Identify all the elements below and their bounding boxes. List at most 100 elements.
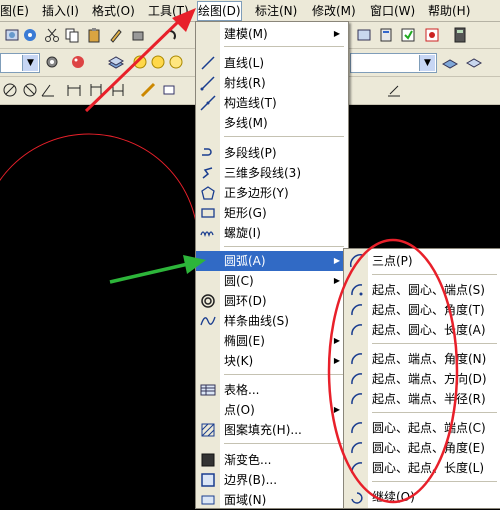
layer-freeze-icon[interactable] [150, 54, 166, 70]
undo-icon[interactable] [162, 27, 178, 43]
menu-dimension[interactable]: 标注(N) [255, 3, 297, 19]
menu-format[interactable]: 格式(O) [92, 3, 135, 19]
copy-icon[interactable] [64, 27, 80, 43]
menu-item-label: 圆环(D) [224, 294, 267, 308]
menu-separator [372, 343, 497, 344]
menu-item-line[interactable]: 直线(L) [196, 53, 348, 73]
menu-modify[interactable]: 修改(M) [312, 3, 356, 19]
dim-linear-icon[interactable] [66, 82, 82, 98]
arc-start-center-end[interactable]: 起点、圆心、端点(S) [344, 280, 500, 300]
menu-item-label: 点(O) [224, 403, 255, 417]
workspace-settings-icon[interactable] [44, 54, 60, 70]
layer-properties-icon[interactable] [108, 54, 124, 70]
menu-item-label: 射线(R) [224, 76, 266, 90]
chevron-down-icon[interactable]: ▼ [419, 55, 435, 71]
layer-lock-icon[interactable] [168, 54, 184, 70]
menu-item-block[interactable]: 块(K) ▶ [196, 351, 348, 371]
layer-previous-icon[interactable] [442, 54, 458, 70]
menu-item-ray[interactable]: 射线(R) [196, 73, 348, 93]
menu-item-label: 圆弧(A) [224, 254, 266, 268]
palette-icon[interactable] [70, 54, 86, 70]
arc-continue[interactable]: 继续(O) [344, 487, 500, 507]
tool-palettes-icon[interactable] [378, 27, 394, 43]
arc-start-end-radius[interactable]: 起点、端点、半径(R) [344, 389, 500, 409]
object-snap-icon[interactable] [2, 82, 18, 98]
region-icon [201, 495, 215, 505]
arc-start-center-end-icon [351, 284, 363, 296]
match-properties-icon[interactable] [108, 27, 124, 43]
menu-item-arc[interactable]: 圆弧(A) ▶ [196, 251, 348, 271]
arc-start-end-direction[interactable]: 起点、端点、方向(D) [344, 369, 500, 389]
menu-item-boundary[interactable]: 边界(B)... [196, 470, 348, 490]
angle-icon[interactable] [40, 82, 56, 98]
dbconnect-icon[interactable] [424, 27, 440, 43]
chevron-down-icon[interactable]: ▼ [22, 55, 38, 71]
leader-icon[interactable] [162, 82, 178, 98]
menu-item-label: 正多边形(Y) [224, 186, 289, 200]
markup-icon[interactable] [400, 27, 416, 43]
menu-item-rectangle[interactable]: 矩形(G) [196, 203, 348, 223]
menu-window[interactable]: 窗口(W) [370, 3, 415, 19]
menu-view-partial[interactable]: 图(E) [0, 3, 29, 19]
submenu-arrow-icon: ▶ [333, 256, 340, 265]
menu-tools[interactable]: 工具(T) [148, 3, 189, 19]
menu-item-label: 圆心、起点、端点(C) [372, 421, 486, 435]
arc-center-start-angle[interactable]: 圆心、起点、角度(E) [344, 438, 500, 458]
menu-help[interactable]: 帮助(H) [428, 3, 470, 19]
arc-center-start-length[interactable]: 圆心、起点、长度(L) [344, 458, 500, 478]
layer-state-icon[interactable] [132, 54, 148, 70]
menu-item-label: 三维多段线(3) [224, 166, 301, 180]
menu-item-label: 圆(C) [224, 274, 254, 288]
arc-start-center-angle[interactable]: 起点、圆心、角度(T) [344, 300, 500, 320]
layer-current-icon[interactable] [466, 54, 482, 70]
linetype-combo[interactable]: ▼ [350, 53, 437, 73]
menu-item-polygon[interactable]: 正多边形(Y) [196, 183, 348, 203]
arc-start-end-angle[interactable]: 起点、端点、角度(N) [344, 349, 500, 369]
measure-icon[interactable] [140, 82, 156, 98]
menu-item-point[interactable]: 点(O) ▶ [196, 400, 348, 420]
menu-item-circle[interactable]: 圆(C) ▶ [196, 271, 348, 291]
arc-three-points[interactable]: 三点(P) [344, 251, 500, 271]
menu-item-helix[interactable]: 螺旋(I) [196, 223, 348, 243]
cut-icon[interactable] [44, 27, 60, 43]
menu-separator [372, 481, 497, 482]
menu-item-label: 渐变色... [224, 453, 272, 467]
menu-item-multiline[interactable]: 多线(M) [196, 113, 348, 133]
menu-item-hatch[interactable]: 图案填充(H)... [196, 420, 348, 440]
menu-item-label: 矩形(G) [224, 206, 267, 220]
calculator-icon[interactable] [452, 27, 468, 43]
no-snap-icon[interactable] [22, 82, 38, 98]
arc-start-end-angle-icon [351, 353, 363, 365]
menu-item-label: 多段线(P) [224, 146, 277, 160]
menu-item-donut[interactable]: 圆环(D) [196, 291, 348, 311]
publish-icon[interactable] [22, 27, 38, 43]
menu-item-label: 构造线(T) [224, 96, 277, 110]
menu-item-modeling[interactable]: 建模(M) ▶ [196, 24, 348, 44]
print-preview-icon[interactable] [4, 27, 20, 43]
table-icon [200, 384, 216, 396]
workspace-combo[interactable]: ▼ [0, 53, 40, 73]
sheet-set-icon[interactable] [356, 27, 372, 43]
menu-item-spline[interactable]: 样条曲线(S) [196, 311, 348, 331]
dim-edit-icon[interactable] [386, 82, 402, 98]
ray-icon [200, 76, 215, 91]
dim-aligned-icon[interactable] [88, 82, 104, 98]
menu-item-3d-polyline[interactable]: 三维多段线(3) [196, 163, 348, 183]
block-editor-icon[interactable] [130, 27, 146, 43]
boundary-icon [201, 473, 215, 487]
arc-start-center-length[interactable]: 起点、圆心、长度(A) [344, 320, 500, 340]
dim-baseline-icon[interactable] [110, 82, 126, 98]
menu-separator [372, 412, 497, 413]
menu-draw[interactable]: 绘图(D) [197, 1, 242, 21]
arc-center-start-end[interactable]: 圆心、起点、端点(C) [344, 418, 500, 438]
menu-item-region[interactable]: 面域(N) [196, 490, 348, 510]
submenu-arrow-icon: ▶ [333, 356, 340, 365]
menu-item-polyline[interactable]: 多段线(P) [196, 143, 348, 163]
menu-item-construction-line[interactable]: 构造线(T) [196, 93, 348, 113]
paste-icon[interactable] [86, 27, 102, 43]
menu-insert[interactable]: 插入(I) [42, 3, 79, 19]
polygon-icon [201, 186, 215, 200]
menu-item-ellipse[interactable]: 椭圆(E) ▶ [196, 331, 348, 351]
menu-item-table[interactable]: 表格... [196, 380, 348, 400]
menu-item-gradient[interactable]: 渐变色... [196, 450, 348, 470]
